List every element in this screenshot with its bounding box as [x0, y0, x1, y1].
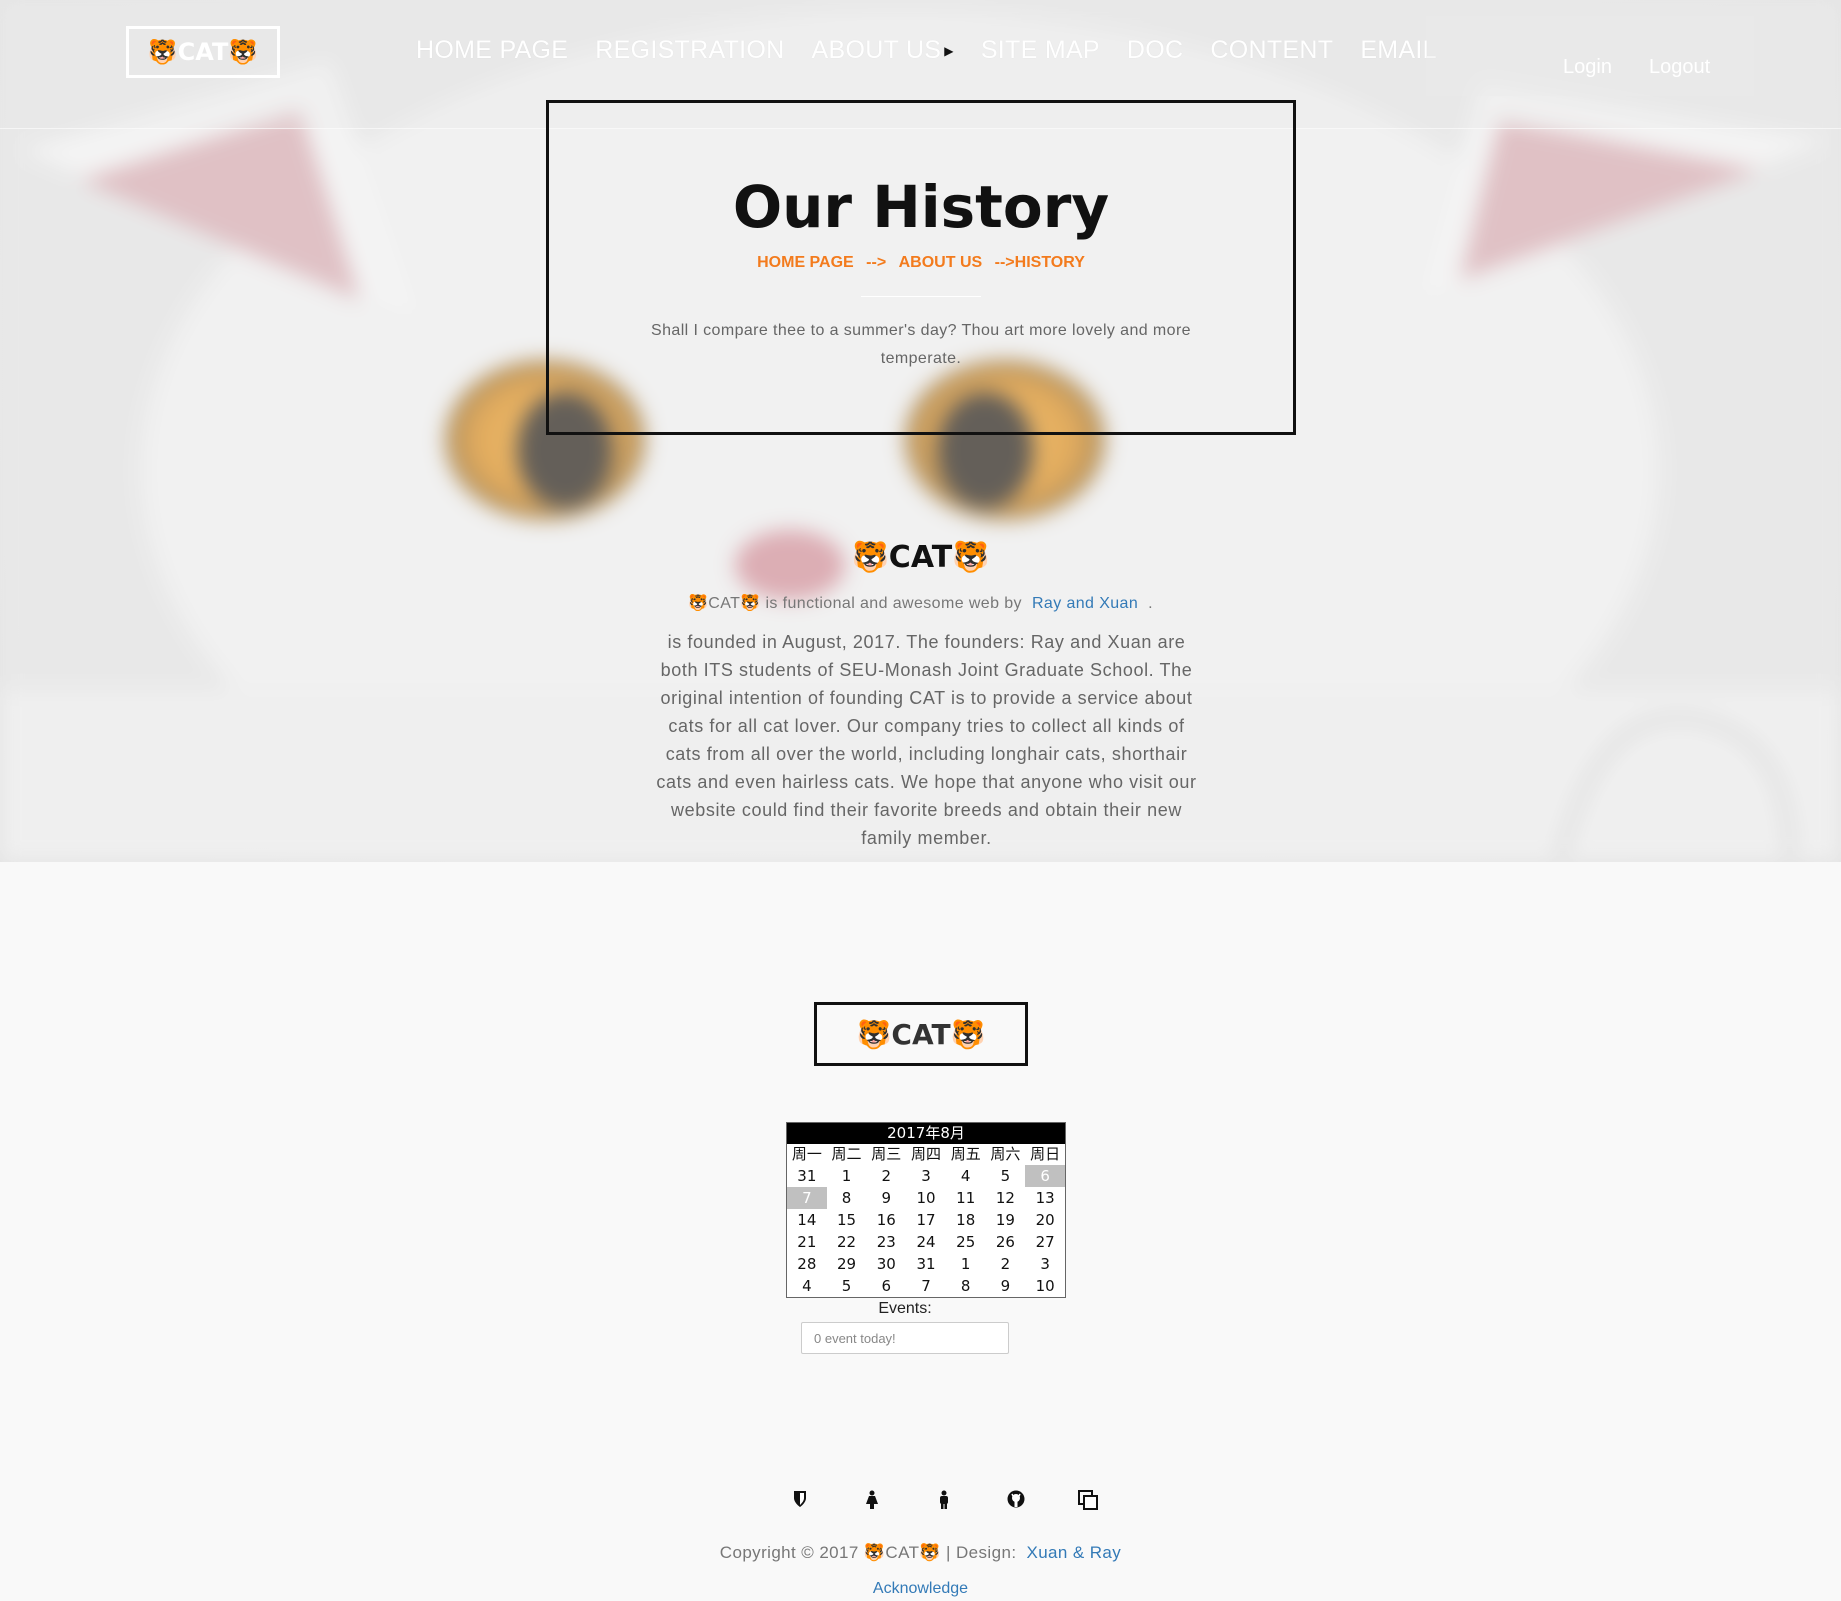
- calendar-day[interactable]: 1: [946, 1253, 986, 1275]
- calendar-weekday: 周四: [910, 1145, 941, 1163]
- calendar-day[interactable]: 5: [827, 1275, 867, 1297]
- calendar-weekday: 周一: [791, 1145, 822, 1163]
- nav-registration[interactable]: REGISTRATION: [595, 36, 784, 65]
- calendar-day[interactable]: 8: [946, 1275, 986, 1297]
- calendar-day[interactable]: 3: [906, 1165, 946, 1187]
- calendar-day[interactable]: 26: [986, 1231, 1026, 1253]
- calendar-day[interactable]: 7: [906, 1275, 946, 1297]
- nav-doc[interactable]: DOC: [1127, 36, 1183, 65]
- calendar-day[interactable]: 30: [866, 1253, 906, 1275]
- about-heading: 🐯CAT🐯: [851, 540, 990, 575]
- calendar-day[interactable]: 11: [946, 1187, 986, 1209]
- calendar-day[interactable]: 6: [1025, 1165, 1065, 1187]
- authors-link[interactable]: Ray and Xuan: [1032, 595, 1138, 612]
- calendar-day[interactable]: 14: [787, 1209, 827, 1231]
- calendar-month: 2017年8月: [787, 1123, 1065, 1144]
- calendar-grid: 周一 周二 周三 周四 周五 周六 周日 31 1 2 3 4 5 6 7 8 9 10 11 12 13 14 15 16 1…: [787, 1144, 1065, 1297]
- calendar-day[interactable]: 22: [827, 1231, 867, 1253]
- events-label: Events:: [878, 1300, 932, 1317]
- calendar-day[interactable]: 9: [866, 1187, 906, 1209]
- calendar-day[interactable]: 9: [986, 1275, 1026, 1297]
- about-subtitle-end: .: [1148, 595, 1154, 612]
- calendar-day[interactable]: 1: [827, 1165, 867, 1187]
- breadcrumb-about-us[interactable]: ABOUT US: [899, 254, 983, 271]
- shield-icon[interactable]: [764, 1490, 836, 1514]
- designers-link[interactable]: Xuan & Ray: [1026, 1543, 1121, 1562]
- calendar-day[interactable]: 28: [787, 1253, 827, 1275]
- copy-icon[interactable]: [1052, 1490, 1124, 1514]
- main-nav: HOME PAGE REGISTRATION ABOUT US ▶ SITE MA…: [416, 36, 1437, 65]
- auth-panel: Login Logout: [1426, 16, 1754, 96]
- history-banner: Our History HOME PAGE --> ABOUT US -->HI…: [546, 100, 1296, 435]
- calendar-day[interactable]: 7: [787, 1187, 827, 1209]
- male-icon[interactable]: [908, 1490, 980, 1514]
- calendar-weekday: 周二: [831, 1145, 862, 1163]
- footer-brand-logo[interactable]: 🐯CAT🐯: [814, 1002, 1028, 1066]
- calendar-day[interactable]: 2: [986, 1253, 1026, 1275]
- calendar-day[interactable]: 25: [946, 1231, 986, 1253]
- nav-about-us[interactable]: ABOUT US ▶: [812, 36, 954, 65]
- calendar-day[interactable]: 15: [827, 1209, 867, 1231]
- calendar-day[interactable]: 31: [906, 1253, 946, 1275]
- page-title: Our History: [732, 173, 1110, 241]
- calendar-day[interactable]: 3: [1025, 1253, 1065, 1275]
- calendar-day[interactable]: 29: [827, 1253, 867, 1275]
- about-subtitle: 🐯CAT🐯 is functional and awesome web by Ra…: [0, 593, 1841, 613]
- title-divider: [861, 296, 981, 297]
- nav-site-map[interactable]: SITE MAP: [981, 36, 1100, 65]
- github-icon[interactable]: [980, 1490, 1052, 1514]
- calendar-day[interactable]: 20: [1025, 1209, 1065, 1231]
- calendar-day[interactable]: 23: [866, 1231, 906, 1253]
- breadcrumb-history: -->HISTORY: [994, 254, 1085, 271]
- caret-right-icon: ▶: [944, 44, 954, 59]
- calendar-day[interactable]: 2: [866, 1165, 906, 1187]
- calendar-day[interactable]: 24: [906, 1231, 946, 1253]
- breadcrumb-separator: -->: [866, 254, 887, 271]
- calendar-day[interactable]: 16: [866, 1209, 906, 1231]
- calendar-day[interactable]: 5: [986, 1165, 1026, 1187]
- breadcrumb-home[interactable]: HOME PAGE: [757, 254, 854, 271]
- breadcrumb: HOME PAGE --> ABOUT US -->HISTORY: [549, 254, 1293, 272]
- nav-home-page[interactable]: HOME PAGE: [416, 36, 568, 65]
- calendar-day[interactable]: 4: [787, 1275, 827, 1297]
- copyright-text: Copyright © 2017 🐯CAT🐯 | Design:: [719, 1543, 1017, 1562]
- nav-about-us-label: ABOUT US: [811, 36, 942, 64]
- nav-content[interactable]: CONTENT: [1210, 36, 1333, 65]
- social-links: [764, 1490, 1124, 1514]
- calendar-day[interactable]: 12: [986, 1187, 1026, 1209]
- brand-logo[interactable]: 🐯CAT🐯: [126, 26, 280, 78]
- logout-link[interactable]: Logout: [1649, 56, 1710, 79]
- calendar-day[interactable]: 21: [787, 1231, 827, 1253]
- calendar-day[interactable]: 6: [866, 1275, 906, 1297]
- about-description: is founded in August, 2017. The founders…: [656, 632, 1197, 848]
- calendar-day[interactable]: 19: [986, 1209, 1026, 1231]
- calendar-day[interactable]: 4: [946, 1165, 986, 1187]
- login-link[interactable]: Login: [1563, 56, 1612, 79]
- copyright-line: Copyright © 2017 🐯CAT🐯 | Design: Xuan & R…: [0, 1543, 1841, 1563]
- calendar-weekday: 周六: [990, 1145, 1021, 1163]
- about-subtitle-text: 🐯CAT🐯 is functional and awesome web by: [687, 595, 1022, 612]
- female-icon[interactable]: [836, 1490, 908, 1514]
- acknowledge-link[interactable]: Acknowledge: [0, 1580, 1841, 1598]
- calendar-day[interactable]: 10: [1025, 1275, 1065, 1297]
- calendar-weekday: 周五: [950, 1145, 981, 1163]
- calendar-day[interactable]: 13: [1025, 1187, 1065, 1209]
- calendar-weekday: 周三: [871, 1145, 902, 1163]
- events-field[interactable]: [801, 1322, 1009, 1354]
- calendar-day[interactable]: 17: [906, 1209, 946, 1231]
- calendar-widget: 2017年8月 周一 周二 周三 周四 周五 周六 周日 31 1 2 3 4 5 6 7 8 9 10 11 12 1…: [786, 1122, 1066, 1298]
- calendar-day[interactable]: 31: [787, 1165, 827, 1187]
- history-quote: Shall I compare thee to a summer's day? …: [651, 322, 1191, 367]
- calendar-weekday: 周日: [1030, 1145, 1061, 1163]
- calendar-day[interactable]: 8: [827, 1187, 867, 1209]
- calendar-day[interactable]: 27: [1025, 1231, 1065, 1253]
- calendar-day[interactable]: 10: [906, 1187, 946, 1209]
- hero-section: 🐯CAT🐯 HOME PAGE REGISTRATION ABOUT US ▶ S…: [0, 0, 1841, 862]
- calendar-day[interactable]: 18: [946, 1209, 986, 1231]
